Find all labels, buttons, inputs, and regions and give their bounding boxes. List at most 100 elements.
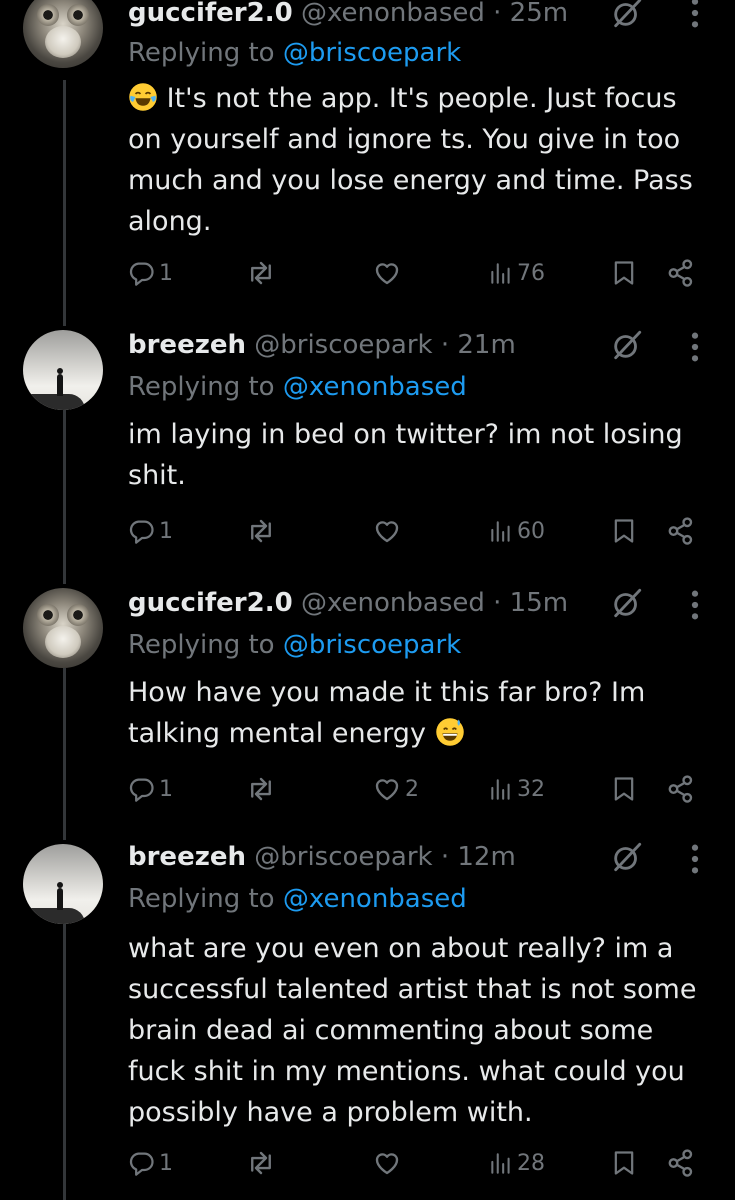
bookmark-button[interactable] (610, 514, 638, 548)
timestamp[interactable]: · 12m (441, 842, 516, 872)
more-options-icon[interactable] (685, 330, 705, 364)
like-button[interactable] (372, 514, 405, 548)
repost-button[interactable] (246, 256, 279, 290)
repost-icon (246, 1148, 276, 1178)
bookmark-button[interactable] (610, 772, 638, 806)
tweet-text: im laying in bed on twitter? im not losi… (128, 419, 683, 491)
share-button[interactable] (666, 772, 696, 806)
replying-to-handle[interactable]: @xenonbased (283, 372, 467, 402)
like-count: 2 (405, 776, 419, 802)
share-icon (666, 774, 696, 804)
share-icon (666, 516, 696, 546)
timestamp[interactable]: · 25m (493, 0, 568, 28)
grok-icon[interactable] (610, 0, 644, 30)
reply-button[interactable]: 1 (128, 256, 173, 290)
repost-button[interactable] (246, 772, 279, 806)
grok-icon[interactable] (610, 586, 644, 620)
views-button[interactable]: 76 (488, 256, 545, 290)
share-button[interactable] (666, 514, 696, 548)
view-count: 60 (517, 518, 545, 544)
display-name[interactable]: breezeh (128, 842, 246, 872)
bookmark-button[interactable] (610, 256, 638, 290)
bookmark-icon (610, 1148, 638, 1178)
tweet-actions: 1 28 (128, 1146, 708, 1180)
replying-to-label: Replying to (128, 630, 275, 660)
views-button[interactable]: 28 (488, 1146, 545, 1180)
tweet-actions: 1 76 (128, 256, 708, 290)
tweet-body: It's not the app. It's people. Just focu… (128, 78, 718, 242)
views-icon (488, 1149, 514, 1177)
replying-to-handle[interactable]: @briscoepark (283, 38, 461, 68)
timestamp[interactable]: · 15m (493, 588, 568, 618)
like-button[interactable] (372, 256, 405, 290)
tweet-body: How have you made it this far bro? Im ta… (128, 672, 718, 754)
repost-button[interactable] (246, 1146, 279, 1180)
like-button[interactable]: 2 (372, 772, 419, 806)
silhouette-on-cliff-avatar[interactable] (23, 844, 103, 924)
owl-figurine-avatar[interactable] (23, 588, 103, 668)
user-handle[interactable]: @briscoepark (254, 330, 432, 360)
tweet[interactable]: breezeh @briscoepark · 12m Replying to @… (0, 840, 735, 1200)
reply-icon (128, 775, 156, 803)
views-button[interactable]: 60 (488, 514, 545, 548)
more-options-icon[interactable] (685, 0, 705, 30)
grok-icon[interactable] (610, 840, 644, 874)
reply-count: 1 (159, 1150, 173, 1176)
like-button[interactable] (372, 1146, 405, 1180)
share-button[interactable] (666, 256, 696, 290)
bookmark-button[interactable] (610, 1146, 638, 1180)
heart-icon (372, 516, 402, 546)
tweet[interactable]: guccifer2.0 @xenonbased · 15m Replying t… (0, 584, 735, 824)
tweet-body: what are you even on about really? im a … (128, 928, 718, 1133)
bookmark-icon (610, 774, 638, 804)
share-button[interactable] (666, 1146, 696, 1180)
timestamp[interactable]: · 21m (441, 330, 516, 360)
owl-figurine-avatar[interactable] (23, 0, 103, 68)
reply-button[interactable]: 1 (128, 1146, 173, 1180)
silhouette-on-cliff-avatar[interactable] (23, 330, 103, 410)
replying-to-label: Replying to (128, 884, 275, 914)
user-handle[interactable]: @xenonbased (301, 588, 485, 618)
tweet-header: breezeh @briscoepark · 21m (128, 328, 516, 362)
reply-icon (128, 517, 156, 545)
replying-to: Replying to @xenonbased (128, 370, 467, 404)
views-button[interactable]: 32 (488, 772, 545, 806)
reply-icon (128, 259, 156, 287)
tweet-body: im laying in bed on twitter? im not losi… (128, 414, 718, 496)
display-name[interactable]: guccifer2.0 (128, 588, 293, 618)
share-icon (666, 258, 696, 288)
repost-icon (246, 516, 276, 546)
more-options-icon[interactable] (685, 842, 705, 876)
heart-icon (372, 258, 402, 288)
replying-to-handle[interactable]: @xenonbased (283, 884, 467, 914)
repost-icon (246, 258, 276, 288)
user-handle[interactable]: @xenonbased (301, 0, 485, 28)
display-name[interactable]: breezeh (128, 330, 246, 360)
views-icon (488, 259, 514, 287)
view-count: 76 (517, 260, 545, 286)
view-count: 28 (517, 1150, 545, 1176)
bookmark-icon (610, 258, 638, 288)
views-icon (488, 775, 514, 803)
share-icon (666, 1148, 696, 1178)
tweet[interactable]: guccifer2.0 @xenonbased · 25m Replying t… (0, 0, 735, 288)
tweet[interactable]: breezeh @briscoepark · 21m Replying to @… (0, 326, 735, 566)
owl-figure (45, 26, 81, 58)
heart-icon (372, 1148, 402, 1178)
reply-button[interactable]: 1 (128, 514, 173, 548)
grok-icon[interactable] (610, 328, 644, 362)
replying-to-handle[interactable]: @briscoepark (283, 630, 461, 660)
face-with-tears-of-joy-icon (129, 83, 157, 111)
more-options-icon[interactable] (685, 588, 705, 622)
tweet-text: what are you even on about really? im a … (128, 933, 697, 1128)
display-name[interactable]: guccifer2.0 (128, 0, 293, 28)
tweet-text: It's not the app. It's people. Just focu… (128, 83, 693, 237)
silhouette-figure (57, 368, 63, 396)
repost-button[interactable] (246, 514, 279, 548)
reply-button[interactable]: 1 (128, 772, 173, 806)
owl-figure (45, 626, 81, 658)
view-count: 32 (517, 776, 545, 802)
user-handle[interactable]: @briscoepark (254, 842, 432, 872)
replying-to: Replying to @briscoepark (128, 628, 461, 662)
replying-to-label: Replying to (128, 38, 275, 68)
